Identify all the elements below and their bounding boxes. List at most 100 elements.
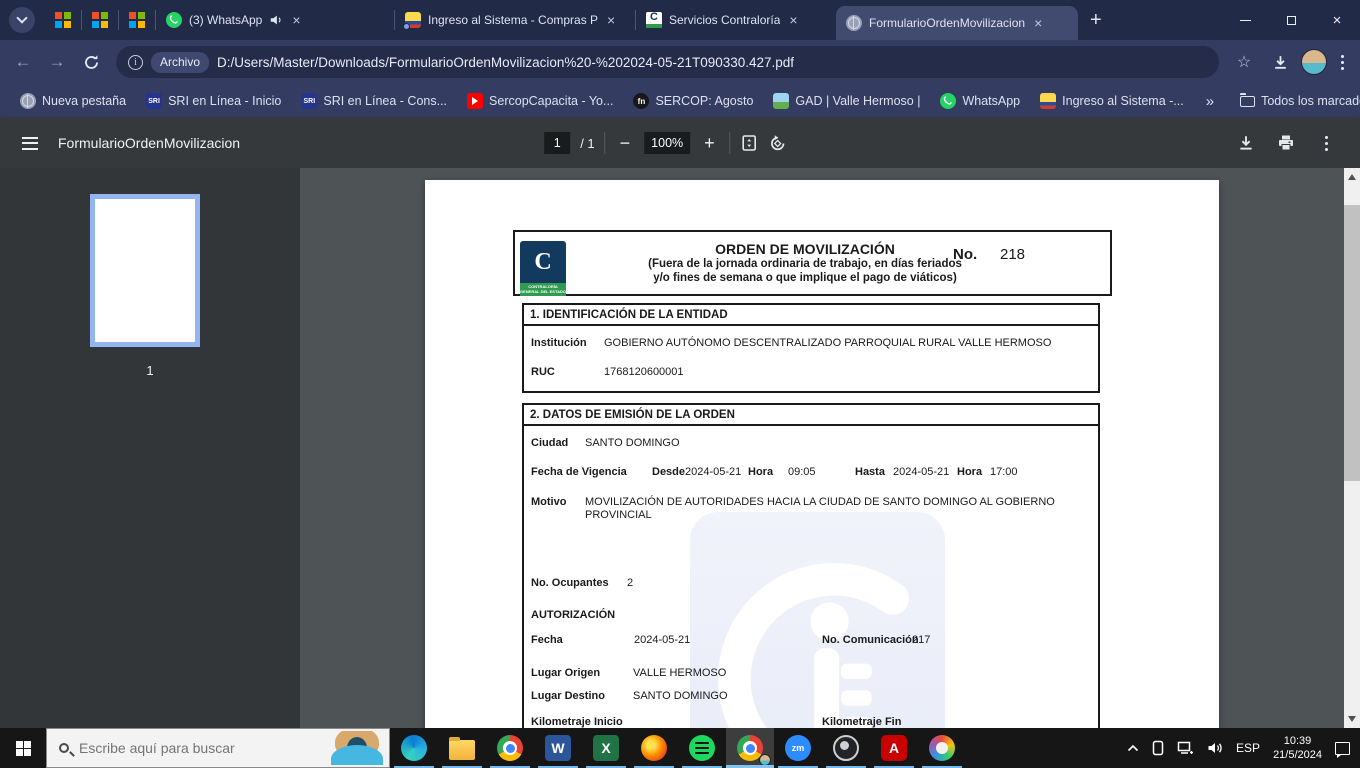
bookmark-sri-inicio[interactable]: SRI SRI en Línea - Inicio xyxy=(138,89,289,113)
page-thumbnail[interactable] xyxy=(90,194,200,347)
browser-toolbar: ← → i Archivo D:/Users/Master/Downloads/… xyxy=(0,40,1360,84)
document-subtitle-line2: y/o fines de semana o que implique el pa… xyxy=(653,272,957,284)
fit-to-page-button[interactable] xyxy=(740,134,758,152)
bookmark-label: Nueva pestaña xyxy=(42,94,127,108)
url-text[interactable]: D:/Users/Master/Downloads/FormularioOrde… xyxy=(217,55,794,70)
bookmark-sercopcapacita[interactable]: SercopCapacita - Yo... xyxy=(459,89,621,113)
taskbar-chrome-active[interactable] xyxy=(726,728,774,768)
browser-menu-button[interactable] xyxy=(1333,54,1352,70)
bookmark-ingreso-sistema[interactable]: Ingreso al Sistema -... xyxy=(1032,89,1192,113)
search-highlight-image[interactable] xyxy=(327,731,387,765)
taskbar-clock[interactable]: 10:39 21/5/2024 xyxy=(1273,734,1322,762)
tab-ingreso-al-sistema[interactable]: Ingreso al Sistema - Compras P × xyxy=(395,0,635,40)
pinned-tab-microsoft-1[interactable] xyxy=(45,0,81,40)
page-count-label: / 1 xyxy=(580,135,595,151)
zoom-in-button[interactable]: + xyxy=(700,133,719,154)
all-bookmarks-button[interactable]: Todos los marcadores xyxy=(1232,90,1360,112)
forward-button[interactable]: → xyxy=(42,47,72,77)
network-icon[interactable] xyxy=(1177,741,1194,755)
pinned-tab-microsoft-3[interactable] xyxy=(119,0,155,40)
excel-icon: X xyxy=(593,735,619,761)
microsoft-logo-icon xyxy=(129,12,145,28)
bookmark-label: SRI en Línea - Inicio xyxy=(168,94,282,108)
bookmark-sri-consultas[interactable]: SRI SRI en Línea - Cons... xyxy=(293,89,455,113)
cge-letter: C xyxy=(650,12,658,23)
maximize-button[interactable] xyxy=(1268,0,1314,40)
taskbar-chrome[interactable] xyxy=(486,728,534,768)
hora-desde-label: Hora xyxy=(748,466,774,478)
reload-button[interactable] xyxy=(76,47,106,77)
taskbar-edge[interactable] xyxy=(390,728,438,768)
bookmarks-overflow-button[interactable]: » xyxy=(1196,93,1224,110)
taskbar-zoom[interactable]: zm xyxy=(774,728,822,768)
address-bar[interactable]: i Archivo D:/Users/Master/Downloads/Form… xyxy=(116,46,1219,78)
taskbar-spotify[interactable] xyxy=(678,728,726,768)
ciudad-value: SANTO DOMINGO xyxy=(585,437,680,449)
bookmark-sercop-agosto[interactable]: fn SERCOP: Agosto xyxy=(625,89,761,113)
page-number-input[interactable]: 1 xyxy=(544,132,571,154)
taskbar-word[interactable]: W xyxy=(534,728,582,768)
scroll-down-arrow[interactable] xyxy=(1348,716,1356,722)
taskbar-acrobat[interactable]: A xyxy=(870,728,918,768)
minimize-button[interactable] xyxy=(1222,0,1268,40)
close-button[interactable]: × xyxy=(1314,0,1360,40)
back-button[interactable]: ← xyxy=(8,47,38,77)
scroll-up-arrow[interactable] xyxy=(1348,174,1356,180)
bookmark-label: GAD | Valle Hermoso | xyxy=(795,94,921,108)
ocupantes-label: No. Ocupantes xyxy=(531,577,609,589)
thumbnail-page-number: 1 xyxy=(146,363,154,378)
toolbar-divider xyxy=(604,132,606,154)
bookmark-gad-valle-hermoso[interactable]: GAD | Valle Hermoso | xyxy=(765,89,928,113)
tab-close-icon[interactable]: × xyxy=(290,13,302,27)
profile-avatar[interactable] xyxy=(1301,49,1327,75)
scrollbar-thumb[interactable] xyxy=(1344,205,1360,481)
word-icon: W xyxy=(545,735,571,761)
cge-logo-caption: CONTRALORÍA GENERAL DEL ESTADO xyxy=(520,283,567,296)
clock-date: 21/5/2024 xyxy=(1273,749,1322,761)
tab-close-icon[interactable]: × xyxy=(787,13,799,27)
taskbar-paint[interactable] xyxy=(918,728,966,768)
tab-servicios-contraloria[interactable]: C Servicios Contraloría × xyxy=(636,0,836,40)
zoom-app-icon: zm xyxy=(785,735,811,761)
taskbar-search-box[interactable] xyxy=(46,728,390,768)
pdf-download-button[interactable] xyxy=(1237,134,1255,152)
tab-search-button[interactable] xyxy=(9,7,35,33)
downloads-button[interactable] xyxy=(1265,47,1295,77)
taskbar-firefox[interactable] xyxy=(630,728,678,768)
rotate-button[interactable] xyxy=(768,134,787,153)
tab-audio-icon[interactable] xyxy=(269,13,283,27)
pdf-viewer[interactable]: C CONTRALORÍA GENERAL DEL ESTADO ORDEN D… xyxy=(300,168,1344,728)
tab-formulario-active[interactable]: FormularioOrdenMovilizacion × xyxy=(836,6,1078,40)
tray-chevron-icon[interactable] xyxy=(1127,744,1139,752)
language-indicator[interactable]: ESP xyxy=(1236,741,1260,755)
page-info-icon[interactable]: i xyxy=(128,54,143,70)
tab-close-icon[interactable]: × xyxy=(605,13,617,27)
pinned-tab-microsoft-2[interactable] xyxy=(82,0,118,40)
cge-green-band xyxy=(646,24,662,28)
bookmark-whatsapp[interactable]: WhatsApp xyxy=(932,89,1028,113)
start-button[interactable] xyxy=(0,728,46,768)
tab-close-icon[interactable]: × xyxy=(1032,16,1044,30)
action-center-icon[interactable] xyxy=(1335,741,1350,758)
zoom-out-button[interactable]: − xyxy=(616,133,635,154)
bookmark-nueva-pestana[interactable]: Nueva pestaña xyxy=(12,89,134,113)
taskbar-file-explorer[interactable] xyxy=(438,728,486,768)
pdf-menu-button[interactable] xyxy=(0,136,58,150)
taskbar-obs[interactable] xyxy=(822,728,870,768)
toolbar-divider xyxy=(728,132,730,154)
volume-icon[interactable] xyxy=(1207,741,1223,755)
section2-title: 2. DATOS DE EMISIÓN DE LA ORDEN xyxy=(524,405,1098,426)
file-scheme-chip[interactable]: Archivo xyxy=(151,51,210,73)
taskbar-excel[interactable]: X xyxy=(582,728,630,768)
search-input[interactable] xyxy=(79,740,289,756)
acrobat-icon: A xyxy=(881,735,907,761)
pdf-print-button[interactable] xyxy=(1277,134,1295,152)
new-tab-button[interactable]: + xyxy=(1078,9,1114,32)
zoom-level-input[interactable]: 100% xyxy=(644,132,691,154)
tab-label: (3) WhatsApp xyxy=(189,13,263,27)
bookmark-star-icon[interactable]: ☆ xyxy=(1229,47,1259,77)
tab-whatsapp[interactable]: (3) WhatsApp × xyxy=(156,0,394,40)
your-phone-icon[interactable] xyxy=(1152,740,1164,756)
pdf-more-options-button[interactable] xyxy=(1317,135,1336,151)
vertical-scrollbar[interactable] xyxy=(1344,168,1360,728)
